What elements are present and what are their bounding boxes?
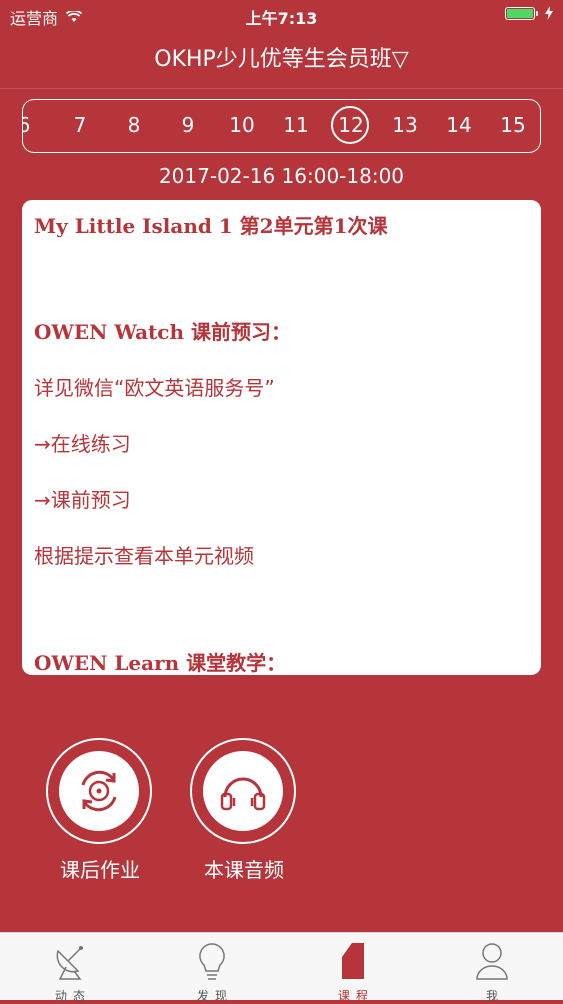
audio-button[interactable]: 本课音频: [190, 738, 298, 883]
lightbulb-icon: [172, 937, 252, 981]
lesson-text: →在线练习: [34, 432, 131, 456]
header-divider: [0, 88, 563, 89]
homework-button-label: 课后作业: [60, 858, 140, 882]
lesson-section-heading: OWEN Watch 课前预习：: [34, 320, 291, 344]
date-item[interactable]: 9: [166, 100, 210, 151]
lesson-text: 详见微信“欧文英语服务号”: [34, 376, 275, 400]
tab-courses[interactable]: 课程: [313, 937, 393, 1004]
date-item[interactable]: 10: [220, 100, 264, 151]
headphones-icon: [220, 777, 266, 811]
lesson-text: 根据提示查看本单元视频: [34, 544, 254, 568]
tab-label: 我: [485, 989, 504, 1003]
satellite-dish-icon: [30, 937, 110, 981]
lesson-section-heading: OWEN Learn 课堂教学：: [34, 651, 287, 675]
lesson-text: →课前预习: [34, 488, 131, 512]
status-time: 上午7:13: [245, 9, 318, 28]
tab-dynamics[interactable]: 动态: [30, 937, 110, 1004]
session-datetime: 2017-02-16 16:00-18:00: [158, 164, 405, 188]
audio-button-inner: [203, 751, 283, 831]
audio-button-ring: [190, 738, 296, 844]
date-item[interactable]: 15: [491, 100, 535, 151]
charging-bolt-icon: [545, 6, 553, 20]
class-selector-title[interactable]: OKHP少儿优等生会员班▽: [0, 40, 563, 80]
homework-button[interactable]: 课后作业: [46, 738, 154, 883]
date-item[interactable]: 13: [383, 100, 427, 151]
person-icon: [452, 937, 532, 981]
date-item-selected[interactable]: 12: [329, 100, 373, 151]
audio-button-label: 本课音频: [204, 858, 284, 882]
battery-icon: [505, 6, 538, 20]
date-item[interactable]: 6: [23, 100, 46, 151]
homework-button-ring: [46, 738, 152, 844]
lesson-content-card[interactable]: My Little Island 1 第2单元第1次课 OWEN Watch 课…: [22, 200, 541, 675]
refresh-disc-icon: [81, 770, 117, 812]
tab-discover[interactable]: 发现: [172, 937, 252, 1004]
book-icon: [313, 937, 393, 981]
tab-bar: 动态 发现 课程 我: [0, 932, 563, 1003]
date-item[interactable]: 7: [58, 100, 102, 151]
lesson-title: My Little Island 1 第2单元第1次课: [34, 214, 388, 238]
date-strip[interactable]: 6 7 8 9 10 11 12 13 14 15: [22, 99, 541, 153]
tab-label: 发现: [196, 989, 233, 1003]
tab-label: 课程: [337, 989, 374, 1003]
tab-label: 动态: [54, 989, 91, 1003]
date-item[interactable]: 14: [437, 100, 481, 151]
tab-me[interactable]: 我: [452, 937, 532, 1004]
date-item[interactable]: 8: [112, 100, 156, 151]
status-bar: 运营商 上午7:13: [0, 0, 563, 30]
date-item[interactable]: 11: [274, 100, 318, 151]
status-right: [505, 6, 553, 20]
homework-button-inner: [59, 751, 139, 831]
